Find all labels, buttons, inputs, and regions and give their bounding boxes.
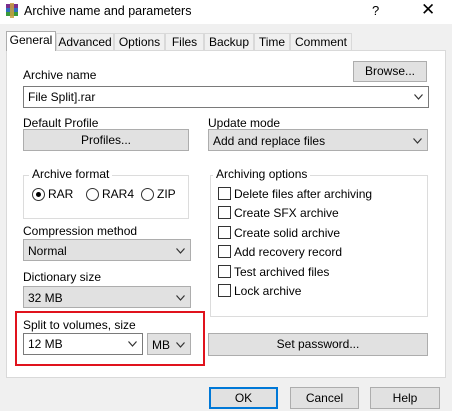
split-size-value: 12 MB bbox=[28, 337, 63, 351]
chevron-down-icon bbox=[414, 94, 423, 100]
update-mode-label: Update mode bbox=[208, 116, 281, 130]
radio-rar[interactable] bbox=[32, 188, 45, 201]
archive-name-label: Archive name bbox=[23, 68, 97, 82]
checkbox-recovery-record-label: Add recovery record bbox=[234, 245, 343, 259]
checkbox-recovery-record[interactable] bbox=[218, 245, 231, 258]
title-bar: Archive name and parameters ? ✕ bbox=[0, 0, 452, 24]
chevron-down-icon bbox=[176, 342, 185, 348]
checkbox-delete-files-label: Delete files after archiving bbox=[234, 187, 373, 201]
tab-label: Backup bbox=[208, 35, 250, 49]
radio-zip[interactable] bbox=[141, 188, 154, 201]
compression-method-dropdown[interactable]: Normal bbox=[23, 239, 191, 261]
split-size-combobox[interactable]: 12 MB bbox=[23, 333, 143, 355]
ok-label: OK bbox=[234, 391, 253, 405]
archiving-options-label: Archiving options bbox=[213, 167, 311, 181]
checkbox-test-files[interactable] bbox=[218, 265, 231, 278]
help-label: Help bbox=[392, 391, 418, 405]
ok-button[interactable]: OK bbox=[209, 387, 278, 409]
tab-label: Advanced bbox=[58, 35, 112, 49]
checkbox-solid-archive-label: Create solid archive bbox=[234, 226, 341, 240]
archive-format-label: Archive format bbox=[29, 167, 113, 181]
compression-method-value: Normal bbox=[28, 244, 67, 258]
browse-label: Browse... bbox=[364, 64, 415, 78]
checkbox-create-sfx[interactable] bbox=[218, 206, 231, 219]
radio-rar4-label: RAR4 bbox=[102, 187, 135, 201]
tab-comment[interactable]: Comment bbox=[290, 33, 352, 51]
tab-label: Options bbox=[118, 35, 161, 49]
radio-rar-label: RAR bbox=[48, 187, 74, 201]
cancel-label: Cancel bbox=[305, 391, 344, 405]
chevron-down-icon bbox=[176, 295, 185, 301]
tab-general[interactable]: General bbox=[6, 31, 56, 51]
tab-options[interactable]: Options bbox=[114, 33, 165, 51]
checkbox-test-files-label: Test archived files bbox=[234, 265, 330, 279]
checkbox-lock-archive-label: Lock archive bbox=[234, 284, 302, 298]
radio-rar4[interactable] bbox=[86, 188, 99, 201]
tab-time[interactable]: Time bbox=[254, 33, 290, 51]
profiles-label: Profiles... bbox=[80, 133, 131, 147]
tab-label: Time bbox=[258, 35, 286, 49]
browse-button[interactable]: Browse... bbox=[353, 61, 427, 82]
window-title: Archive name and parameters bbox=[24, 4, 192, 18]
archive-name-value: File Split].rar bbox=[28, 90, 96, 104]
dictionary-size-label: Dictionary size bbox=[23, 270, 102, 284]
cancel-button[interactable]: Cancel bbox=[290, 387, 359, 409]
radio-zip-label: ZIP bbox=[157, 187, 176, 201]
tab-advanced[interactable]: Advanced bbox=[56, 33, 114, 51]
close-icon[interactable]: ✕ bbox=[421, 0, 435, 20]
chevron-down-icon bbox=[413, 138, 422, 144]
tab-label: General bbox=[9, 33, 53, 47]
profiles-button[interactable]: Profiles... bbox=[23, 129, 189, 151]
checkbox-delete-files[interactable] bbox=[218, 187, 231, 200]
checkbox-create-sfx-label: Create SFX archive bbox=[234, 206, 339, 220]
archive-name-combobox[interactable]: File Split].rar bbox=[23, 86, 429, 108]
set-password-label: Set password... bbox=[276, 337, 360, 351]
help-icon[interactable]: ? bbox=[372, 3, 379, 18]
tab-label: Comment bbox=[294, 35, 347, 49]
checkbox-lock-archive[interactable] bbox=[218, 284, 231, 297]
dictionary-size-value: 32 MB bbox=[28, 291, 63, 305]
checkbox-solid-archive[interactable] bbox=[218, 226, 231, 239]
help-button[interactable]: Help bbox=[370, 387, 440, 409]
tab-label: Files bbox=[171, 35, 198, 49]
default-profile-label: Default Profile bbox=[23, 116, 99, 130]
compression-method-label: Compression method bbox=[23, 224, 138, 238]
general-tab-panel: Archive name Browse... File Split].rar D… bbox=[6, 50, 446, 378]
winrar-icon bbox=[6, 3, 18, 18]
tab-backup[interactable]: Backup bbox=[204, 33, 254, 51]
tab-files[interactable]: Files bbox=[165, 33, 204, 51]
chevron-down-icon bbox=[128, 341, 137, 347]
split-unit-dropdown[interactable]: MB bbox=[147, 333, 191, 355]
split-volumes-label: Split to volumes, size bbox=[23, 318, 136, 332]
update-mode-dropdown[interactable]: Add and replace files bbox=[208, 129, 428, 151]
radio-selected-dot bbox=[36, 192, 41, 197]
set-password-button[interactable]: Set password... bbox=[208, 333, 428, 356]
dictionary-size-dropdown[interactable]: 32 MB bbox=[23, 286, 191, 308]
chevron-down-icon bbox=[176, 248, 185, 254]
split-unit-value: MB bbox=[152, 338, 170, 352]
update-mode-value: Add and replace files bbox=[213, 134, 326, 148]
